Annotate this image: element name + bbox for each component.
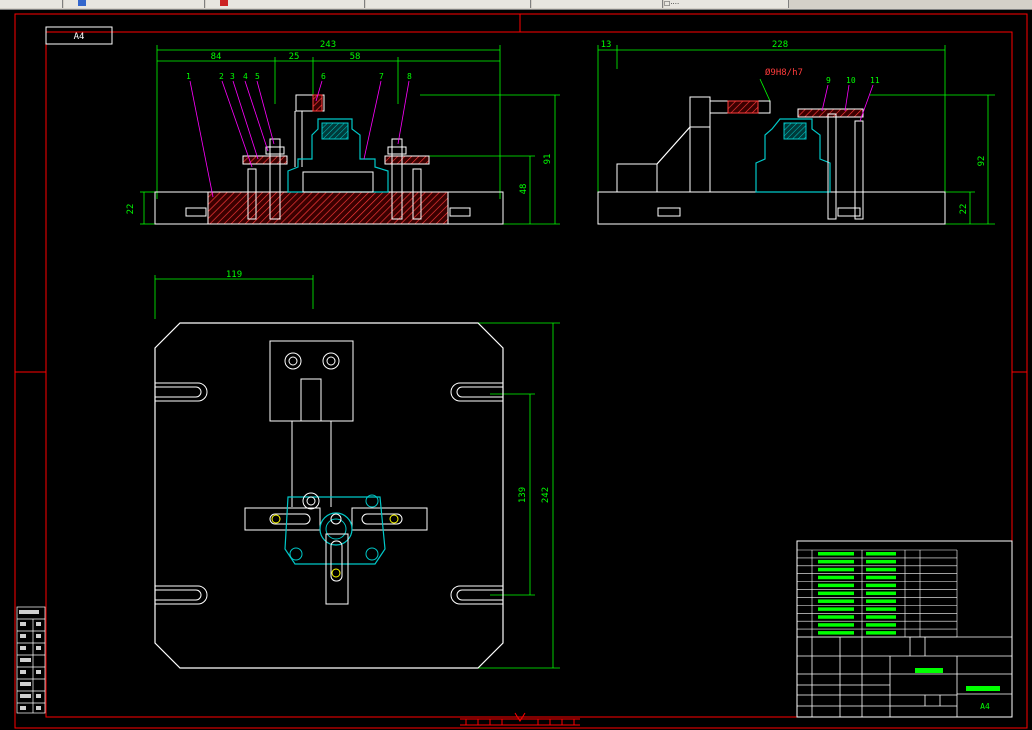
- dim-13: 13: [601, 40, 612, 50]
- taskbar-tab[interactable]: [206, 0, 365, 8]
- parts-row-code: [818, 599, 854, 603]
- svg-text:11: 11: [870, 76, 880, 85]
- parts-row-name: [866, 575, 896, 580]
- title-block-size: A4: [980, 702, 990, 711]
- parts-row-code: [818, 607, 854, 611]
- parts-row-name: [866, 559, 896, 564]
- dim-92: 92: [977, 156, 987, 167]
- parts-row-code: [818, 623, 854, 627]
- parts-row-name: [866, 599, 896, 603]
- dim-84: 84: [211, 52, 222, 62]
- svg-text:9: 9: [826, 76, 831, 85]
- svg-text:6: 6: [321, 72, 326, 81]
- top-view: 119 139 242: [154, 270, 560, 669]
- parts-row-name: [866, 623, 896, 627]
- dim-25: 25: [289, 52, 300, 62]
- parts-row-code: [818, 559, 854, 564]
- dim-242: 242: [541, 487, 551, 503]
- taskbar-tab[interactable]: [366, 0, 531, 8]
- dim-243: 243: [320, 40, 336, 50]
- side-view: 13 228 92 22 Ø9H8/h7 9 10 11: [597, 40, 995, 225]
- dim-22-side: 22: [959, 204, 969, 215]
- dim-58: 58: [350, 52, 361, 62]
- svg-text:10: 10: [846, 76, 856, 85]
- sheet-size-label: A4: [74, 32, 85, 42]
- dim-228: 228: [772, 40, 788, 50]
- revision-strip-text: [19, 610, 41, 710]
- taskbar-tab[interactable]: ☐····: [664, 0, 789, 8]
- svg-text:5: 5: [255, 72, 260, 81]
- app-icon: [220, 0, 228, 6]
- dim-22-front: 22: [126, 204, 136, 215]
- taskbar-tab[interactable]: [0, 0, 63, 8]
- parts-row-name: [866, 607, 896, 611]
- app-icon: [78, 0, 86, 6]
- parts-row-code: [818, 552, 854, 556]
- front-view: 243 84 25 58 91 48 22 1 2 3 4 5 6 7 8: [126, 40, 560, 225]
- front-callouts: 1 2 3 4 5 6 7 8: [186, 72, 412, 81]
- parts-row-name: [866, 583, 896, 588]
- side-callouts: 9 10 11: [826, 76, 880, 85]
- parts-row-code: [818, 575, 854, 580]
- dim-139: 139: [518, 487, 528, 503]
- parts-row-code: [818, 631, 854, 635]
- parts-row-name: [866, 631, 896, 635]
- front-leaders: [189, 80, 410, 198]
- dim-91: 91: [543, 154, 553, 165]
- parts-row-name: [866, 615, 896, 619]
- parts-row-name: [866, 567, 896, 572]
- dim-119: 119: [226, 270, 242, 280]
- svg-text:4: 4: [243, 72, 248, 81]
- parts-row-code: [818, 591, 854, 596]
- parts-row-name: [866, 591, 896, 596]
- frame-ticks: [465, 719, 575, 725]
- parts-row-name: [866, 552, 896, 556]
- parts-row-code: [818, 583, 854, 588]
- svg-text:2: 2: [219, 72, 224, 81]
- fit-tolerance: Ø9H8/h7: [765, 67, 803, 78]
- cad-drawing[interactable]: A4 243 84 25 58 91 48 22 1 2 3 4 5 6 7 8…: [0, 9, 1032, 730]
- parts-row-code: [818, 615, 854, 619]
- dim-48: 48: [519, 184, 529, 195]
- svg-text:3: 3: [230, 72, 235, 81]
- svg-text:1: 1: [186, 72, 191, 81]
- svg-text:8: 8: [407, 72, 412, 81]
- taskbar-tab[interactable]: [532, 0, 663, 8]
- parts-row-code: [818, 567, 854, 572]
- taskbar-tab[interactable]: [64, 0, 205, 8]
- svg-text:7: 7: [379, 72, 384, 81]
- title-block: A4: [796, 540, 1013, 718]
